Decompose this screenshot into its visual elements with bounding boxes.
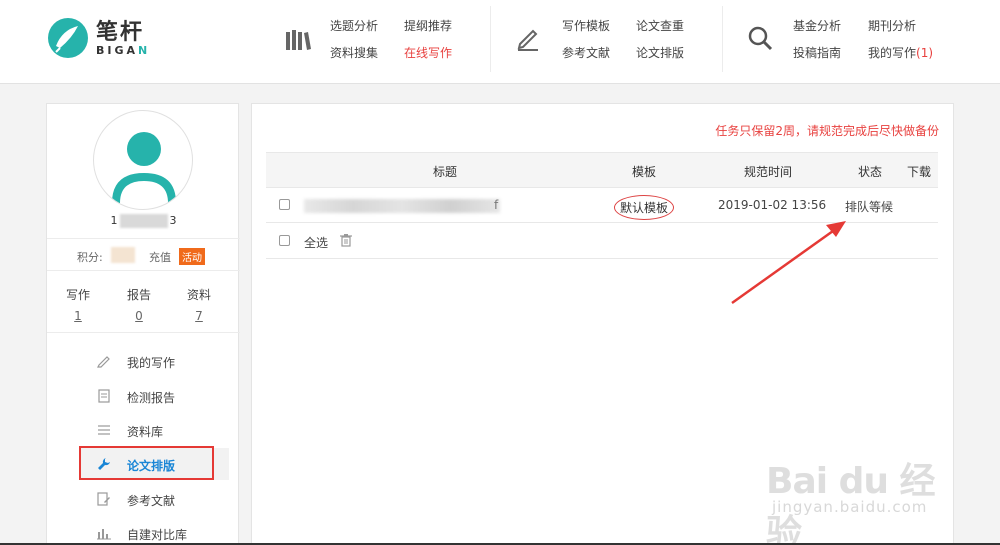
col-template: 模板 — [632, 165, 657, 179]
list-icon — [98, 425, 110, 435]
my-writing-count: (1) — [916, 46, 934, 60]
top-header: 笔杆 BIGAN 选题分析 提纲推荐 资料搜集 在线写作 写作模板 论文查重 参… — [0, 0, 1000, 84]
points-value-masked — [111, 247, 135, 263]
trash-icon[interactable] — [339, 233, 353, 247]
col-format-time: 规范时间 — [744, 165, 793, 179]
nav-fund-analysis[interactable]: 基金分析 — [793, 17, 841, 34]
watermark-sub: jingyan.baidu.com — [772, 498, 928, 516]
logo-chinese-text: 笔杆 — [96, 20, 145, 45]
sidebar-item-my-writing[interactable]: 我的写作 — [79, 345, 229, 377]
divider — [47, 270, 240, 271]
logo-english-text: BIGAN — [96, 44, 151, 57]
recharge-link[interactable]: 充值 — [149, 249, 171, 265]
col-title: 标题 — [433, 165, 458, 179]
search-icon[interactable] — [746, 24, 774, 52]
sidebar-item-library[interactable]: 资料库 — [79, 414, 229, 446]
sidebar-item-reports[interactable]: 检测报告 — [79, 380, 229, 412]
nav-divider — [722, 6, 723, 72]
table-row: f 默认模板 2019-01-02 13:56 排队等候 — [266, 188, 938, 223]
title-masked — [304, 199, 500, 213]
stat-writing[interactable]: 写作 1 — [53, 286, 103, 323]
annotation-highlight-box — [79, 446, 214, 480]
col-status: 状态 — [858, 165, 883, 179]
table-header: 标题 模板 规范时间 状态 下载 — [266, 152, 938, 188]
avatar[interactable] — [93, 110, 193, 210]
retention-notice: 任务只保留2周，请规范完成后尽快做备份 — [715, 124, 939, 138]
stat-materials[interactable]: 资料 7 — [174, 286, 224, 323]
bar-chart-icon — [97, 529, 111, 540]
points-label: 积分: — [77, 251, 103, 264]
nav-journal-analysis[interactable]: 期刊分析 — [868, 17, 916, 34]
nav-outline-recommend[interactable]: 提纲推荐 — [404, 17, 452, 34]
row-checkbox[interactable] — [279, 199, 290, 210]
pencil-icon — [517, 29, 538, 51]
divider — [47, 238, 240, 239]
pen-nib-logo-icon — [48, 18, 88, 58]
status-value: 排队等候 — [845, 200, 894, 214]
nav-material-collect[interactable]: 资料搜集 — [330, 44, 378, 61]
select-all-label[interactable]: 全选 — [304, 234, 328, 251]
nav-submission-guide[interactable]: 投稿指南 — [793, 44, 841, 61]
divider — [47, 332, 240, 333]
nav-writing-template[interactable]: 写作模板 — [562, 17, 610, 34]
username-masked — [119, 214, 168, 228]
stat-reports[interactable]: 报告 0 — [114, 286, 164, 323]
template-value: 默认模板 — [614, 195, 675, 220]
bigan-logo[interactable]: 笔杆 BIGAN — [46, 14, 156, 64]
nav-online-writing[interactable]: 在线写作 — [404, 44, 452, 61]
title-text[interactable]: f — [494, 198, 498, 212]
nav-topic-analysis[interactable]: 选题分析 — [330, 17, 378, 34]
table-footer-row: 全选 — [266, 224, 938, 259]
nav-my-writing[interactable]: 我的写作(1) — [868, 44, 933, 61]
baidu-watermark: Bai du 经验 jingyan.baidu.com — [752, 438, 952, 545]
col-download: 下载 — [907, 165, 932, 179]
sidebar-item-custom-library[interactable]: 自建对比库 — [79, 517, 229, 545]
user-avatar-icon — [112, 132, 176, 203]
nav-divider — [490, 6, 491, 72]
document-icon — [98, 389, 110, 403]
books-icon — [286, 30, 311, 50]
sidebar-item-references[interactable]: 参考文献 — [79, 483, 229, 515]
username: 13 — [110, 214, 177, 228]
nav-paper-format[interactable]: 论文排版 — [636, 44, 684, 61]
promo-badge[interactable]: 活动 — [179, 248, 205, 265]
pencil-icon — [97, 356, 110, 368]
nav-references[interactable]: 参考文献 — [562, 44, 610, 61]
select-all-checkbox[interactable] — [279, 235, 290, 246]
edit-document-icon — [97, 492, 110, 506]
nav-plagiarism-check[interactable]: 论文查重 — [636, 17, 684, 34]
format-time-value: 2019-01-02 13:56 — [718, 198, 827, 212]
